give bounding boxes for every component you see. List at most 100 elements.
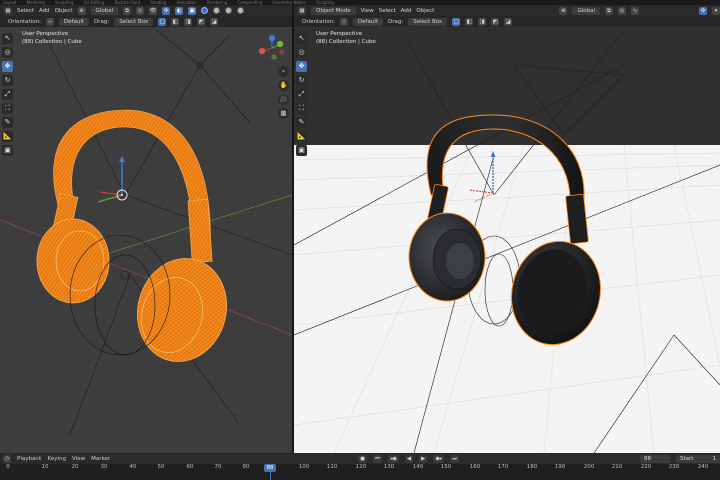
timeline-editor-icon[interactable]: ◷	[3, 454, 11, 463]
rotate-tool-icon[interactable]: ↻	[2, 75, 13, 86]
menu-object[interactable]: Object	[55, 8, 73, 14]
overlay-toggle-icon[interactable]: ◐	[175, 6, 184, 15]
orientation-axis-icon[interactable]: ⊹	[339, 17, 348, 26]
annotate-tool-icon[interactable]: ✎	[296, 117, 307, 128]
scale-tool-icon[interactable]: ⤢	[296, 89, 307, 100]
mode-dropdown[interactable]: Object Mode	[311, 6, 356, 15]
timeline-ruler[interactable]: 0 10 20 30 40 50 60 70 80 100 110 120 13…	[0, 464, 720, 480]
transform-tool-icon[interactable]: ⛶	[296, 103, 307, 114]
annotate-tool-icon[interactable]: ✎	[2, 117, 13, 128]
orientation-label: Orientation:	[302, 18, 335, 25]
move-tool-icon[interactable]: ✥	[296, 61, 307, 72]
gizmo-toggle-icon[interactable]: ✣	[699, 6, 707, 15]
select-mode-invert-icon[interactable]: ◩	[197, 17, 206, 26]
menu-object[interactable]: Object	[416, 8, 434, 14]
material-shading-icon[interactable]	[225, 7, 233, 14]
xray-toggle-icon[interactable]: ▣	[188, 6, 197, 15]
editor-type-icon[interactable]: ▦	[4, 6, 12, 15]
ruler-tick: 230	[668, 464, 680, 470]
jump-end-icon[interactable]: ⏭	[450, 454, 460, 463]
menu-select[interactable]: Select	[17, 8, 34, 14]
camera-view-icon[interactable]: 🎥	[278, 94, 289, 105]
jump-start-icon[interactable]: ⏮	[372, 454, 382, 463]
record-button-icon[interactable]: ●	[358, 454, 367, 463]
gizmo-toggle-icon[interactable]: ✣	[162, 6, 171, 15]
add-cube-tool-icon[interactable]: ▣	[2, 145, 13, 156]
select-tool-icon[interactable]: ↖	[2, 33, 13, 44]
menu-view[interactable]: View	[72, 456, 85, 462]
play-reverse-icon[interactable]: ◀	[404, 454, 414, 463]
select-mode-subtract-icon[interactable]: ◨	[478, 17, 487, 26]
perspective-toggle-icon[interactable]: ▦	[278, 108, 289, 119]
proportional-edit-icon[interactable]: ◎	[136, 6, 145, 15]
drag-dropdown[interactable]: Select Box	[114, 17, 154, 26]
left-3d-viewport[interactable]: ▦ Select Add Object ⊕ Global ⧉ ◎ 👁 ✣ ◐ ▣…	[0, 5, 292, 453]
select-mode-extend-icon[interactable]: ◧	[171, 17, 180, 26]
select-mode-new-icon[interactable]: ▢	[452, 17, 461, 26]
zoom-icon[interactable]: ⌕	[278, 66, 289, 77]
ruler-tick: 80	[242, 464, 250, 470]
orientation-label: Orientation:	[8, 18, 41, 25]
right-tool-settings: Orientation: ⊹ Default Drag: Select Box …	[294, 16, 720, 27]
drag-dropdown[interactable]: Select Box	[408, 17, 448, 26]
measure-tool-icon[interactable]: 📐	[2, 131, 13, 142]
start-frame-field[interactable]: Start 1	[676, 455, 720, 463]
cursor-tool-icon[interactable]: ◎	[2, 47, 13, 58]
ruler-tick: 130	[383, 464, 395, 470]
wireframe-scene[interactable]	[0, 5, 292, 453]
select-mode-invert-icon[interactable]: ◩	[491, 17, 500, 26]
add-cube-tool-icon[interactable]: ▣	[296, 145, 307, 156]
menu-marker[interactable]: Marker	[91, 456, 110, 462]
solid-shading-icon[interactable]	[213, 7, 221, 14]
playhead[interactable]: 88	[264, 464, 276, 472]
select-tool-icon[interactable]: ↖	[296, 33, 307, 44]
rotate-tool-icon[interactable]: ↻	[296, 75, 307, 86]
visibility-icon[interactable]: 👁	[149, 6, 158, 15]
ruler-tick: 120	[355, 464, 367, 470]
pan-hand-icon[interactable]: ✋	[278, 80, 289, 91]
transform-pivot-icon[interactable]: ⊕	[77, 6, 86, 15]
orientation-dropdown[interactable]: Default	[58, 17, 90, 26]
play-icon[interactable]: ▶	[419, 454, 428, 463]
ruler-tick: 20	[71, 464, 79, 470]
transform-orientation-dropdown[interactable]: Global	[572, 6, 600, 15]
menu-playback[interactable]: Playback	[17, 456, 42, 462]
snap-icon[interactable]: ⧉	[123, 6, 132, 15]
graph-icon[interactable]: ∿	[631, 6, 639, 15]
editor-type-icon[interactable]: ▦	[298, 6, 306, 15]
cursor-tool-icon[interactable]: ◎	[296, 47, 307, 58]
transform-orientation-dropdown[interactable]: Global	[90, 6, 119, 15]
measure-tool-icon[interactable]: 📐	[296, 131, 307, 142]
select-mode-intersect-icon[interactable]: ◪	[210, 17, 219, 26]
transform-pivot-icon[interactable]: ⊕	[559, 6, 568, 15]
right-3d-viewport[interactable]: ▦ Object Mode View Select Add Object ⊕ G…	[294, 5, 720, 453]
ruler-tick: 70	[214, 464, 222, 470]
orientation-axis-icon[interactable]: ⊹	[45, 17, 54, 26]
select-mode-intersect-icon[interactable]: ◪	[504, 17, 513, 26]
snap-icon[interactable]: ⧉	[605, 6, 613, 15]
rendered-scene[interactable]	[294, 5, 720, 453]
viewport-more-icon[interactable]: ▾	[712, 6, 720, 15]
prev-keyframe-icon[interactable]: ◂◆	[387, 454, 399, 463]
move-tool-icon[interactable]: ✥	[2, 61, 13, 72]
next-keyframe-icon[interactable]: ◆▸	[433, 454, 445, 463]
proportional-edit-icon[interactable]: ◎	[618, 6, 626, 15]
current-frame-field[interactable]: 88	[640, 455, 670, 463]
select-mode-extend-icon[interactable]: ◧	[465, 17, 474, 26]
menu-add[interactable]: Add	[39, 8, 50, 14]
menu-add[interactable]: Add	[401, 8, 412, 14]
menu-select[interactable]: Select	[379, 8, 396, 14]
ruler-tick: 160	[469, 464, 481, 470]
menu-keying[interactable]: Keying	[48, 456, 66, 462]
orientation-dropdown[interactable]: Default	[352, 17, 384, 26]
select-mode-subtract-icon[interactable]: ◨	[184, 17, 193, 26]
ruler-tick: 180	[526, 464, 538, 470]
scale-tool-icon[interactable]: ⤢	[2, 89, 13, 100]
timeline-header: ◷ Playback Keying View Marker ● ⏮ ◂◆ ◀ ▶…	[0, 453, 720, 464]
select-mode-new-icon[interactable]: ▢	[158, 17, 167, 26]
wireframe-shading-icon[interactable]	[201, 7, 209, 14]
transform-tool-icon[interactable]: ⛶	[2, 103, 13, 114]
rendered-shading-icon[interactable]	[237, 7, 245, 14]
menu-view[interactable]: View	[361, 8, 374, 14]
ruler-tick: 190	[554, 464, 566, 470]
